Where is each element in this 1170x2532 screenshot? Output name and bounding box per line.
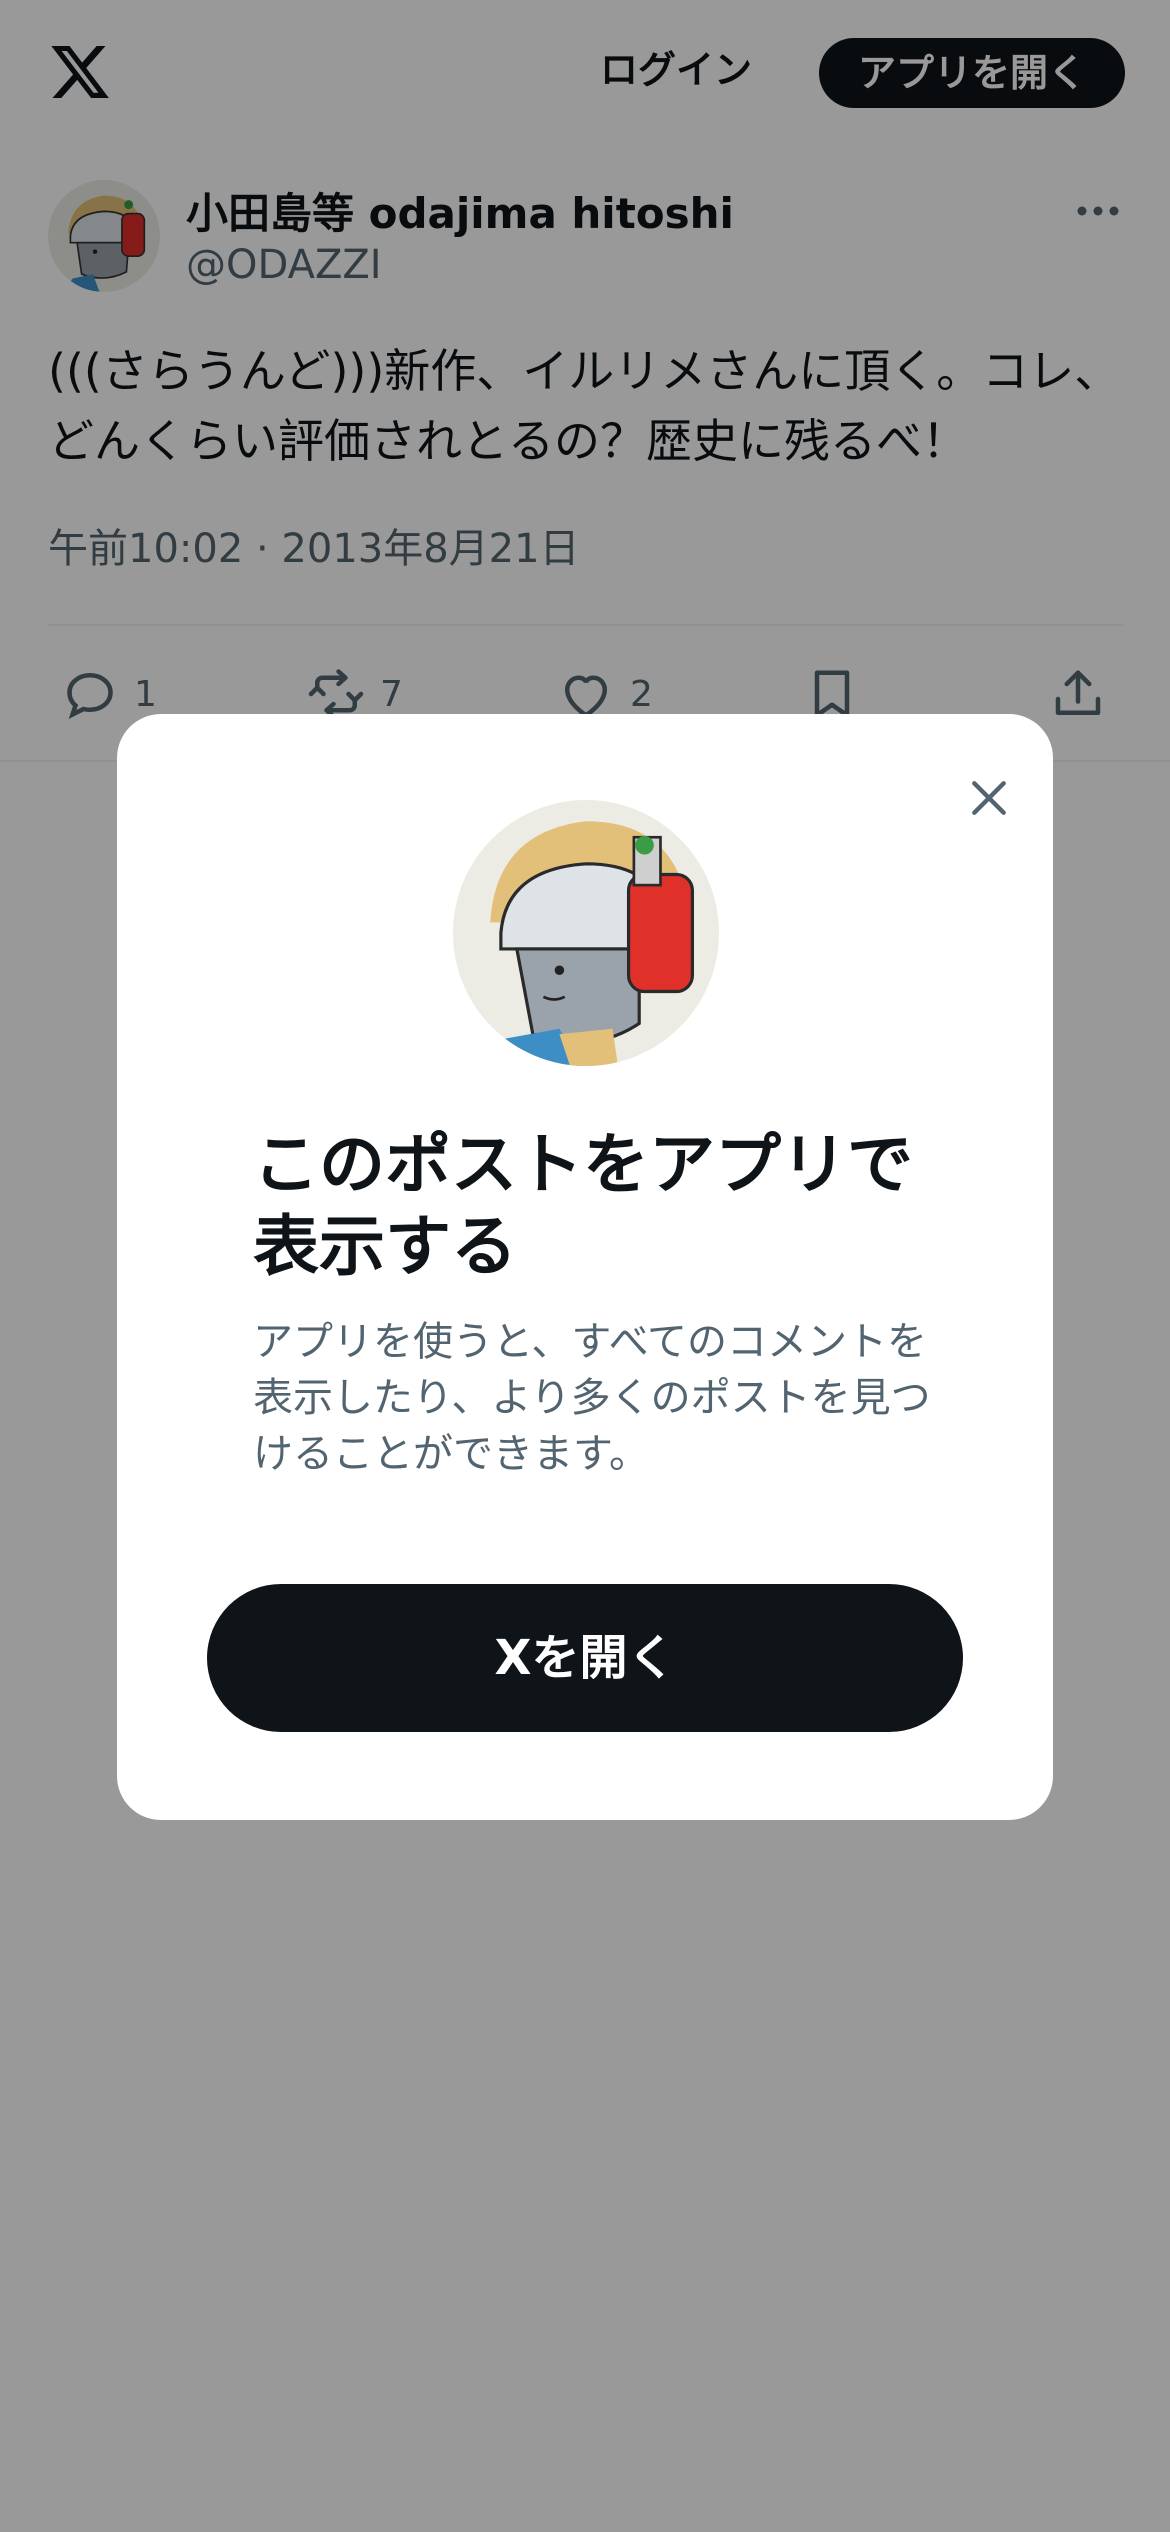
close-button[interactable] xyxy=(949,758,1029,838)
open-x-button[interactable]: Xを開く xyxy=(207,1584,963,1732)
modal-description: アプリを使うと、すべてのコメントを表示したり、より多くのポストを見つけることがで… xyxy=(253,1319,931,1477)
close-icon xyxy=(972,781,1006,815)
avatar xyxy=(453,800,719,1066)
modal-title: このポストをアプリで表示する xyxy=(253,1126,913,1285)
open-in-app-modal: このポストをアプリで表示する アプリを使うと、すべてのコメントを表示したり、より… xyxy=(117,714,1053,1820)
